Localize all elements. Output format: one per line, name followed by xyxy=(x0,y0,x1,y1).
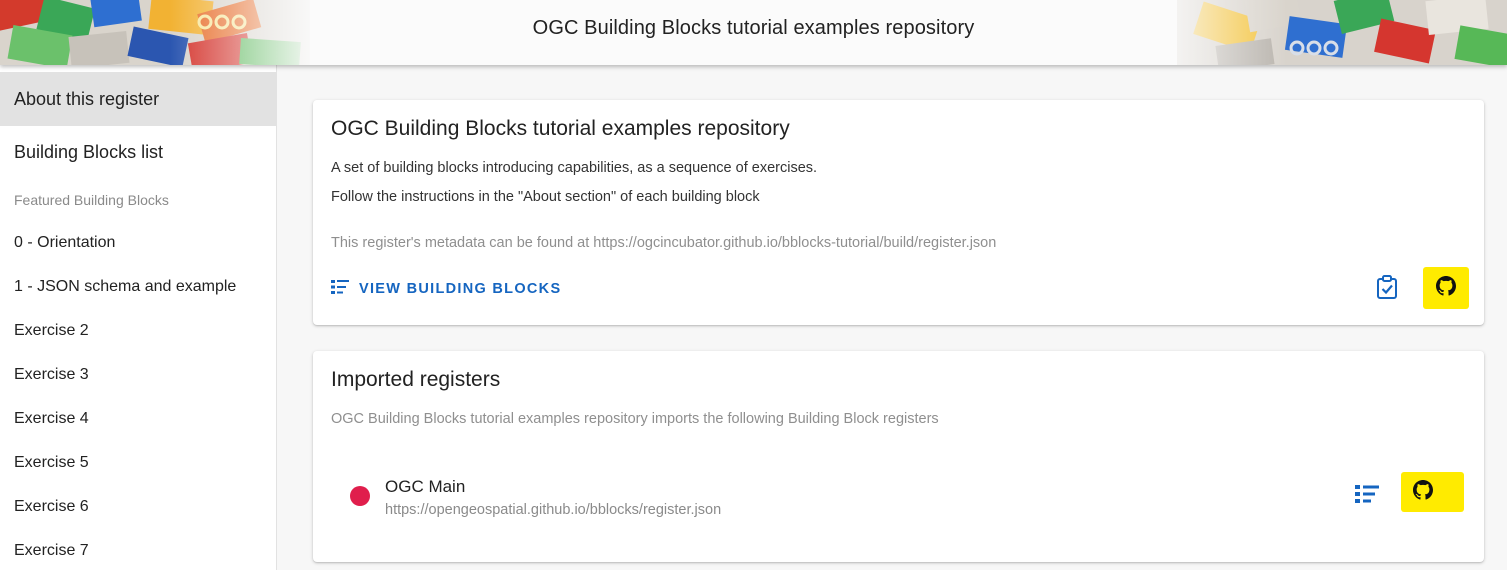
github-icon xyxy=(1436,275,1456,301)
app-header: OGC Building Blocks tutorial examples re… xyxy=(0,0,1507,65)
validation-report-button[interactable] xyxy=(1373,274,1401,304)
register-title: OGC Building Blocks tutorial examples re… xyxy=(331,117,790,140)
list-icon xyxy=(1355,484,1379,508)
sidebar-section-featured: Featured Building Blocks xyxy=(14,192,169,208)
main-content: OGC Building Blocks tutorial examples re… xyxy=(278,65,1507,570)
sidebar-item-featured[interactable]: Exercise 5 xyxy=(0,441,277,485)
sidebar: About this register Building Blocks list… xyxy=(0,65,277,570)
header-title: OGC Building Blocks tutorial examples re… xyxy=(532,17,975,39)
list-icon xyxy=(331,279,349,299)
sidebar-item-featured[interactable]: Exercise 7 xyxy=(0,529,277,570)
register-url: https://opengeospatial.github.io/bblocks… xyxy=(385,502,722,518)
register-color-dot xyxy=(350,486,370,506)
sidebar-item-featured[interactable]: 0 - Orientation xyxy=(0,221,277,265)
sidebar-item-featured[interactable]: Exercise 2 xyxy=(0,309,277,353)
view-building-blocks-button[interactable]: VIEW BUILDING BLOCKS xyxy=(325,274,567,304)
register-description-2: Follow the instructions in the "About se… xyxy=(331,189,760,205)
register-description-1: A set of building blocks introducing cap… xyxy=(331,160,818,176)
register-github-button[interactable] xyxy=(1401,472,1464,512)
register-metadata-text: This register's metadata can be found at… xyxy=(331,235,997,251)
clipboard-check-icon xyxy=(1376,274,1398,304)
sidebar-item-featured[interactable]: 1 - JSON schema and example xyxy=(0,265,277,309)
github-icon xyxy=(1412,479,1433,505)
sidebar-item-building-blocks-list[interactable]: Building Blocks list xyxy=(0,125,277,179)
view-building-blocks-label: VIEW BUILDING BLOCKS xyxy=(359,281,562,297)
sidebar-item-featured[interactable]: Exercise 6 xyxy=(0,485,277,529)
github-button[interactable] xyxy=(1423,267,1469,309)
imported-registers-subtitle: OGC Building Blocks tutorial examples re… xyxy=(331,411,939,427)
imported-registers-title: Imported registers xyxy=(331,368,501,391)
sidebar-item-about[interactable]: About this register xyxy=(0,72,277,126)
sidebar-item-featured[interactable]: Exercise 4 xyxy=(0,397,277,441)
sidebar-item-featured[interactable]: Exercise 3 xyxy=(0,353,277,397)
register-name: OGC Main xyxy=(385,477,466,496)
imported-registers-card: Imported registers OGC Building Blocks t… xyxy=(313,351,1484,562)
register-info-card: OGC Building Blocks tutorial examples re… xyxy=(313,100,1484,325)
register-list-button[interactable] xyxy=(1353,482,1381,510)
